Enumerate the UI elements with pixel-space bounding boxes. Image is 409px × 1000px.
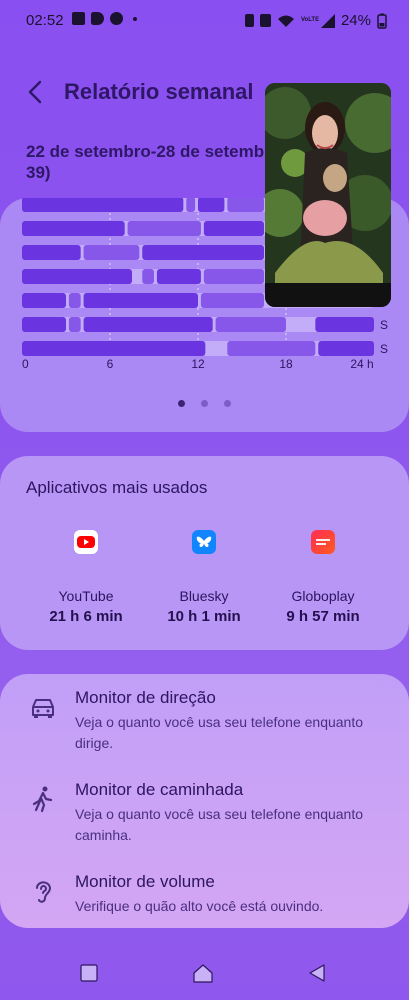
usage-segment [83, 245, 140, 260]
video-frame [265, 83, 391, 307]
usage-segment [127, 221, 201, 236]
usage-segment [22, 293, 66, 308]
usage-segment [215, 317, 286, 332]
x-tick-label: 0 [22, 357, 29, 371]
page-dot[interactable] [224, 400, 231, 407]
battery-text: 24% [340, 12, 371, 29]
usage-segment [198, 198, 225, 212]
back-nav-button[interactable] [306, 962, 328, 984]
volume-monitor[interactable]: Monitor de volume Verifique o quão alto … [0, 858, 409, 938]
row-day-label: S [380, 342, 388, 356]
page-dot[interactable] [201, 400, 208, 407]
usage-segment [203, 221, 264, 236]
walking-monitor[interactable]: Monitor de caminhada Veja o quanto você … [0, 766, 409, 846]
monitors-card: Monitor de direção Veja o quanto você us… [0, 674, 409, 928]
usage-segment [203, 269, 264, 284]
x-tick-label: 18 [279, 357, 293, 371]
recents-button[interactable] [78, 962, 100, 984]
ear-icon [36, 881, 52, 903]
system-icons: VoLTE 24% [244, 12, 387, 29]
usage-segment [22, 221, 125, 236]
app-youtube[interactable]: YouTube 21 h 6 min [18, 530, 154, 625]
app-bluesky[interactable]: Bluesky 10 h 1 min [136, 530, 272, 625]
volte-label: VoLTE [300, 17, 320, 23]
app-name: Bluesky [179, 588, 229, 604]
usage-segment [200, 293, 264, 308]
usage-segment [227, 341, 316, 356]
app-name: Globoplay [291, 588, 355, 604]
monitor-title: Monitor de caminhada [75, 780, 244, 799]
row-day-label: S [380, 318, 388, 332]
play-store-icon [91, 12, 104, 25]
monitor-description: Verifique o quão alto você está ouvindo. [75, 898, 324, 914]
home-button[interactable] [192, 962, 214, 984]
x-tick-label: 24 h [350, 357, 373, 371]
navigation-bar [0, 950, 409, 1000]
notification-icons [72, 12, 137, 25]
usage-segment [68, 293, 81, 308]
driving-monitor[interactable]: Monitor de direção Veja o quanto você us… [0, 674, 409, 754]
back-button[interactable] [22, 76, 50, 108]
usage-segment [22, 198, 184, 212]
app-usage-time: 10 h 1 min [167, 608, 241, 625]
monitor-description: Veja o quanto você usa seu telefone enqu… [75, 714, 364, 751]
status-time: 02:52 [26, 12, 64, 29]
wifi-icon [277, 15, 294, 27]
usage-segment [68, 317, 81, 332]
usage-segment [22, 245, 81, 260]
picture-in-picture-video[interactable] [265, 83, 391, 307]
youtube-icon [74, 530, 98, 554]
chevron-left-icon [28, 80, 42, 104]
back-icon [309, 964, 325, 982]
bluesky-icon [192, 530, 216, 554]
battery-saver-icon [244, 14, 254, 27]
mute-icon [259, 14, 271, 27]
walking-icon [32, 786, 53, 813]
usage-segment [83, 293, 198, 308]
usage-segment [186, 198, 196, 212]
gallery-icon [72, 12, 85, 25]
usage-segment [315, 317, 374, 332]
car-icon [32, 699, 54, 718]
page-title: Relatório semanal [64, 79, 254, 104]
usage-segment [318, 341, 374, 356]
usage-segment [22, 269, 132, 284]
chat-icon [110, 12, 123, 25]
monitor-title: Monitor de direção [75, 688, 216, 707]
status-bar: 02:52 VoLTE 24% [0, 0, 409, 40]
more-notifications-icon [133, 16, 137, 21]
most-used-title: Aplicativos mais usados [26, 478, 208, 497]
monitor-description: Veja o quanto você usa seu telefone enqu… [75, 806, 364, 843]
app-globoplay[interactable]: Globoplay 9 h 57 min [255, 530, 391, 625]
usage-segment [142, 245, 264, 260]
x-tick-label: 6 [107, 357, 114, 371]
home-icon [193, 964, 213, 983]
usage-segment [227, 198, 264, 212]
usage-segment [83, 317, 213, 332]
date-range: 22 de setembro-28 de setemb [26, 142, 265, 161]
globoplay-icon [311, 530, 335, 554]
date-range-continued: 39) [26, 163, 51, 182]
usage-segment [22, 317, 66, 332]
page-dot[interactable] [178, 400, 185, 407]
signal-icon [320, 13, 335, 28]
usage-segment [22, 341, 206, 356]
app-name: YouTube [58, 588, 114, 604]
usage-segment [142, 269, 154, 284]
most-used-apps-card: Aplicativos mais usados YouTube 21 h 6 m… [0, 456, 409, 650]
app-usage-time: 9 h 57 min [286, 608, 360, 625]
x-tick-label: 12 [191, 357, 205, 371]
recents-icon [80, 964, 98, 982]
app-usage-time: 21 h 6 min [49, 608, 123, 625]
page-indicator [178, 400, 231, 407]
monitor-title: Monitor de volume [75, 872, 215, 891]
usage-segment [156, 269, 201, 284]
battery-icon [377, 13, 387, 29]
